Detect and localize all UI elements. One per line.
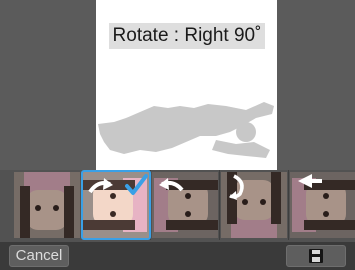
- thumbnail-rotate-left[interactable]: [152, 172, 218, 238]
- thumbnail-rotate-180[interactable]: [221, 172, 287, 238]
- save-button[interactable]: [286, 245, 346, 267]
- save-icon: [309, 249, 323, 263]
- rotate-label: Rotate : Right 90˚: [109, 23, 265, 49]
- thumbnail-divider: [219, 170, 220, 240]
- thumbnail-divider: [288, 170, 289, 240]
- selected-thumbnail-frame: [81, 170, 151, 240]
- preview-silhouette: [98, 102, 274, 158]
- cancel-button[interactable]: Cancel: [9, 245, 69, 267]
- thumbnail-original[interactable]: [14, 172, 80, 238]
- thumbnail-flip-horizontal[interactable]: [290, 172, 355, 238]
